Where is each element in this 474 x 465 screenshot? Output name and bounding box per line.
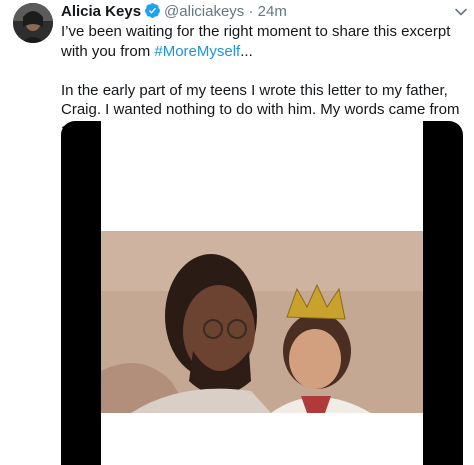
- tweet-header: Alicia Keys @aliciakeys · 24m: [61, 2, 454, 22]
- avatar-image: [13, 3, 53, 43]
- tweet-media[interactable]: [61, 121, 463, 465]
- tweet-intro-text: I’ve been waiting for the right moment t…: [61, 23, 451, 60]
- hashtag-link[interactable]: #MoreMyself: [154, 43, 240, 60]
- tweet-timestamp[interactable]: 24m: [258, 3, 287, 20]
- media-photo[interactable]: [101, 231, 423, 413]
- chevron-down-icon[interactable]: [454, 5, 468, 19]
- tweet-paragraph-1: I’ve been waiting for the right moment t…: [61, 22, 461, 61]
- author-avatar[interactable]: [13, 3, 53, 43]
- author-name[interactable]: Alicia Keys: [61, 3, 141, 20]
- author-handle[interactable]: @aliciakeys: [164, 3, 244, 20]
- separator-dot: ·: [248, 3, 254, 20]
- tweet-ellipsis: ...: [240, 42, 253, 60]
- family-photo-image: [101, 231, 423, 413]
